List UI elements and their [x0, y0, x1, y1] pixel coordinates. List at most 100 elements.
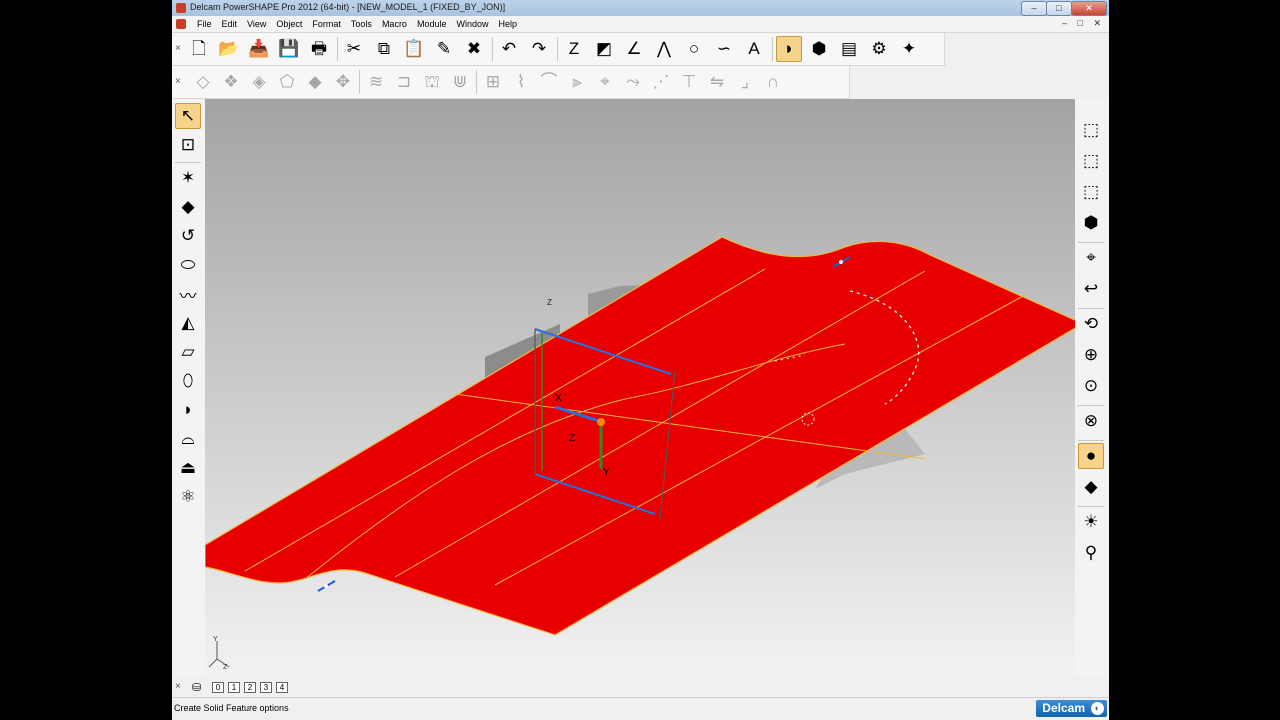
- redo-icon[interactable]: ↷: [526, 36, 552, 62]
- text-icon[interactable]: A: [741, 36, 767, 62]
- primitive-torus-icon[interactable]: ✥: [330, 69, 356, 95]
- convert-icon[interactable]: ⇋: [704, 69, 730, 95]
- material-icon[interactable]: ⚲: [1078, 540, 1104, 566]
- view-iso-1-icon[interactable]: ⬚: [1078, 117, 1104, 143]
- primitive-cone-icon[interactable]: ◆: [302, 69, 328, 95]
- primitive-sphere-icon[interactable]: ◈: [246, 69, 272, 95]
- menu-macro[interactable]: Macro: [377, 18, 412, 30]
- shaded-view-icon[interactable]: ●: [1078, 443, 1104, 469]
- surface-icon[interactable]: ◗: [776, 36, 802, 62]
- zoom-fit-icon[interactable]: ⊙: [1078, 373, 1104, 399]
- menu-module[interactable]: Module: [412, 18, 452, 30]
- levels-icon[interactable]: ⛁: [192, 681, 201, 694]
- solid-extrusion-icon[interactable]: ▱: [175, 339, 201, 365]
- solid-fillet-icon[interactable]: ◗: [175, 397, 201, 423]
- menu-window[interactable]: Window: [451, 18, 493, 30]
- corner-icon[interactable]: ⌟: [732, 69, 758, 95]
- toolbar-close-icon[interactable]: ×: [175, 76, 181, 87]
- extend-icon[interactable]: ⤳: [620, 69, 646, 95]
- view-camera-icon[interactable]: ⌖: [1078, 245, 1104, 271]
- drive-curve-icon[interactable]: ⋓: [447, 69, 473, 95]
- solid-block-icon[interactable]: ◆: [175, 194, 201, 220]
- delete-icon[interactable]: ✖: [461, 36, 487, 62]
- blend-icon[interactable]: ⌒: [536, 69, 562, 95]
- solid-feature-icon[interactable]: ✶: [175, 165, 201, 191]
- split-icon[interactable]: ⋰: [648, 69, 674, 95]
- spine-icon[interactable]: ⛫: [419, 69, 445, 95]
- menu-object[interactable]: Object: [271, 18, 307, 30]
- level-0[interactable]: 0: [212, 682, 224, 693]
- trim-icon[interactable]: ⌖: [592, 69, 618, 95]
- quick-select-icon[interactable]: ⊡: [175, 132, 201, 158]
- lighting-icon[interactable]: ☀: [1078, 509, 1104, 535]
- level-1[interactable]: 1: [228, 682, 240, 693]
- electrode-icon[interactable]: ▤: [836, 36, 862, 62]
- level-4[interactable]: 4: [276, 682, 288, 693]
- edit-icon[interactable]: ✎: [431, 36, 457, 62]
- arch-icon[interactable]: ∩: [760, 69, 786, 95]
- cut-icon[interactable]: ✂: [341, 36, 367, 62]
- menu-view[interactable]: View: [242, 18, 271, 30]
- assembly-icon[interactable]: ⚙: [866, 36, 892, 62]
- offset-icon[interactable]: ⫸: [564, 69, 590, 95]
- solid-loft-icon[interactable]: ⬯: [175, 368, 201, 394]
- solid-cut-icon[interactable]: ⏏: [175, 455, 201, 481]
- menu-tools[interactable]: Tools: [346, 18, 377, 30]
- extrusion-icon[interactable]: ⊐: [391, 69, 417, 95]
- line-icon[interactable]: ∠: [621, 36, 647, 62]
- view-iso-2-icon[interactable]: ⬚: [1078, 148, 1104, 174]
- solid-pattern-icon[interactable]: ⚛: [175, 484, 201, 510]
- primitive-cylinder-icon[interactable]: ⬠: [274, 69, 300, 95]
- open-icon[interactable]: 📂: [216, 36, 242, 62]
- level-3[interactable]: 3: [260, 682, 272, 693]
- select-arrow-icon[interactable]: ↖: [175, 103, 201, 129]
- graphics-viewport[interactable]: X Z Y Z Y Z: [205, 99, 1075, 677]
- fillet-icon[interactable]: ⌇: [508, 69, 534, 95]
- wireframe-icon[interactable]: ◩: [591, 36, 617, 62]
- level-2[interactable]: 2: [244, 682, 256, 693]
- polyline-icon[interactable]: ⋀: [651, 36, 677, 62]
- curve-icon[interactable]: ∽: [711, 36, 737, 62]
- view-iso-3-icon[interactable]: ⬚: [1078, 179, 1104, 205]
- minimize-button[interactable]: –: [1021, 1, 1047, 16]
- view-iso-4-icon[interactable]: ⬢: [1078, 210, 1104, 236]
- fill-in-icon[interactable]: ⊞: [480, 69, 506, 95]
- model-view[interactable]: X Z Y Z Y Z: [205, 99, 1075, 677]
- solid-boolean-icon[interactable]: ◭: [175, 310, 201, 336]
- primitive-plane-icon[interactable]: ◇: [190, 69, 216, 95]
- zoom-box-icon[interactable]: ⊕: [1078, 342, 1104, 368]
- menu-file[interactable]: File: [192, 18, 217, 30]
- import-icon[interactable]: 📥: [246, 36, 272, 62]
- solid-sweep-icon[interactable]: 〰: [175, 281, 201, 307]
- primitive-block-icon[interactable]: ❖: [218, 69, 244, 95]
- draft-view-icon[interactable]: ◆: [1078, 474, 1104, 500]
- toolbar-close-icon[interactable]: ×: [175, 43, 181, 54]
- menu-edit[interactable]: Edit: [217, 18, 243, 30]
- level-bar-close-icon[interactable]: ×: [175, 681, 181, 692]
- maximize-button[interactable]: □: [1046, 1, 1072, 16]
- new-model-icon[interactable]: 🗋: [186, 36, 212, 62]
- close-button[interactable]: ✕: [1071, 1, 1107, 16]
- menu-format[interactable]: Format: [307, 18, 346, 30]
- save-icon[interactable]: 💾: [276, 36, 302, 62]
- solid-cylinder-icon[interactable]: ⬭: [175, 252, 201, 278]
- circle-icon[interactable]: ○: [681, 36, 707, 62]
- copy-icon[interactable]: ⧉: [371, 36, 397, 62]
- solid-icon[interactable]: ⬢: [806, 36, 832, 62]
- handle-icon[interactable]: [317, 580, 336, 592]
- solid-shell-icon[interactable]: ⌓: [175, 426, 201, 452]
- solid-rotate-icon[interactable]: ↺: [175, 223, 201, 249]
- limit-icon[interactable]: ⊤: [676, 69, 702, 95]
- magic-wand-icon[interactable]: ✦: [896, 36, 922, 62]
- rotate-view-icon[interactable]: ⟲: [1078, 311, 1104, 337]
- paste-icon[interactable]: 📋: [401, 36, 427, 62]
- undo-icon[interactable]: ↶: [496, 36, 522, 62]
- print-icon[interactable]: 🖶: [306, 36, 332, 62]
- menu-help[interactable]: Help: [494, 18, 523, 30]
- document-icon[interactable]: [176, 19, 186, 29]
- document-window-controls[interactable]: – □ ✕: [1062, 18, 1105, 29]
- wireframe-view-icon[interactable]: ⊗: [1078, 408, 1104, 434]
- workplane-icon[interactable]: Z: [561, 36, 587, 62]
- view-previous-icon[interactable]: ↩: [1078, 276, 1104, 302]
- smart-surfacer-icon[interactable]: ≋: [363, 69, 389, 95]
